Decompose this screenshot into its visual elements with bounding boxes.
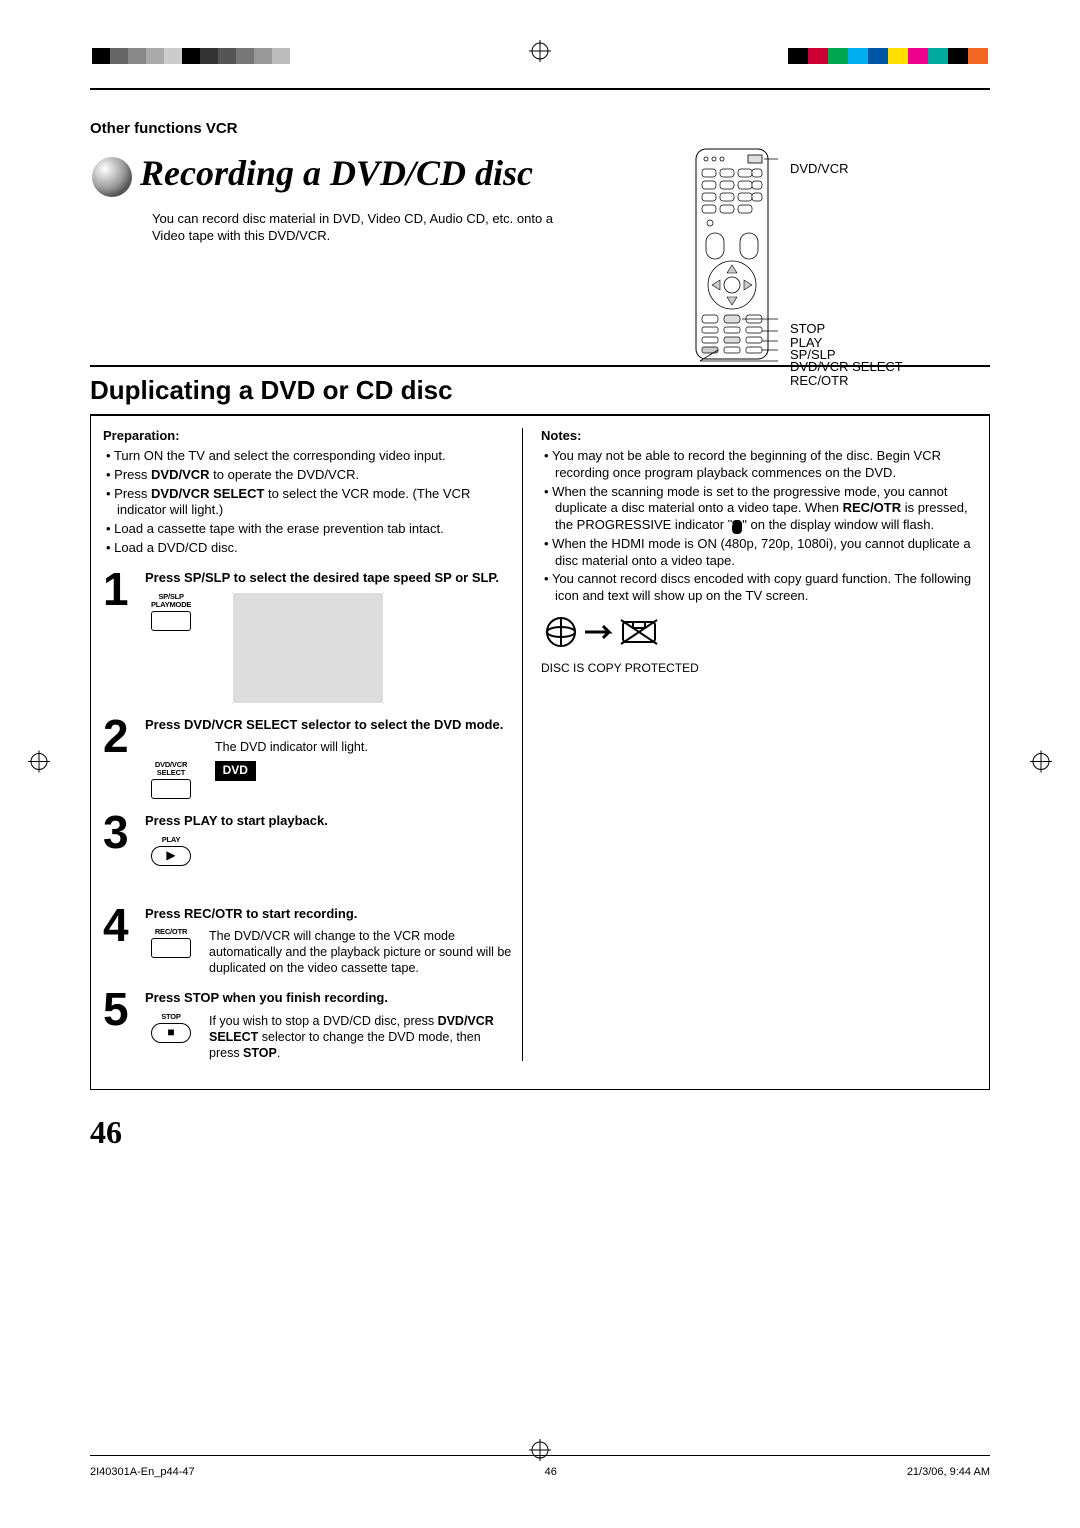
- note-item: You cannot record discs encoded with cop…: [555, 571, 977, 604]
- step-title: Press DVD/VCR SELECT selector to select …: [145, 717, 512, 734]
- notes-list: You may not be able to record the beginn…: [541, 448, 977, 604]
- color-swatch: [182, 48, 200, 64]
- color-swatch: [146, 48, 164, 64]
- crop-crosshair-left: [28, 751, 50, 778]
- page-title-text: Recording a DVD/CD disc: [140, 153, 533, 193]
- note-item: You may not be able to record the beginn…: [555, 448, 977, 481]
- intro-text: You can record disc material in DVD, Vid…: [152, 211, 572, 245]
- step-2: 2 Press DVD/VCR SELECT selector to selec…: [103, 717, 512, 799]
- play-button-icon: PLAY ▶: [151, 836, 191, 866]
- note-item: When the scanning mode is set to the pro…: [555, 484, 977, 534]
- copy-protect-icons: [541, 612, 977, 657]
- step-note: The DVD/VCR will change to the VCR mode …: [209, 928, 512, 976]
- color-swatch: [968, 48, 988, 64]
- color-swatch: [272, 48, 290, 64]
- step-note: The DVD indicator will light.: [215, 739, 512, 755]
- page-title: Recording a DVD/CD disc: [90, 155, 670, 205]
- color-swatch: [236, 48, 254, 64]
- step-title: Press STOP when you finish recording.: [145, 990, 512, 1007]
- step-note: If you wish to stop a DVD/CD disc, press…: [209, 1013, 512, 1061]
- dvdvcr-select-button-icon: DVD/VCR SELECT: [151, 761, 191, 799]
- color-swatch: [888, 48, 908, 64]
- crop-crosshair-top: [529, 40, 551, 62]
- color-swatch: [848, 48, 868, 64]
- step-number: 2: [103, 717, 137, 799]
- step-title: Press REC/OTR to start recording.: [145, 906, 512, 923]
- notes-heading: Notes:: [541, 428, 977, 445]
- footer-timestamp: 21/3/06, 9:44 AM: [907, 1466, 990, 1478]
- copy-protected-text: DISC IS COPY PROTECTED: [541, 661, 977, 676]
- recotr-button-icon: REC/OTR: [151, 928, 191, 976]
- remote-label-recotr: REC/OTR: [790, 373, 849, 389]
- step-title: Press SP/SLP to select the desired tape …: [145, 570, 512, 587]
- crop-crosshair-right: [1030, 751, 1052, 778]
- remote-diagram: [690, 145, 778, 365]
- prep-item: Turn ON the TV and select the correspond…: [117, 448, 512, 465]
- remote-label-dvdvcr: DVD/VCR: [790, 161, 849, 177]
- dvd-badge: DVD: [215, 761, 256, 780]
- footer-page: 46: [545, 1466, 557, 1478]
- section-header: Other functions VCR: [90, 120, 990, 137]
- color-swatch: [92, 48, 110, 64]
- footer: 2I40301A-En_p44-47 46 21/3/06, 9:44 AM: [90, 1455, 990, 1478]
- preparation-heading: Preparation:: [103, 428, 512, 445]
- prep-item: Press DVD/VCR to operate the DVD/VCR.: [117, 467, 512, 484]
- step-3: 3 Press PLAY to start playback. PLAY ▶: [103, 813, 512, 866]
- color-swatch: [948, 48, 968, 64]
- stop-button-icon: STOP ■: [151, 1013, 191, 1061]
- step-number: 5: [103, 990, 137, 1061]
- crop-marks-top: [90, 40, 990, 70]
- sphere-icon: [90, 155, 134, 205]
- step-title: Press PLAY to start playback.: [145, 813, 512, 830]
- color-swatch: [128, 48, 146, 64]
- color-swatch: [828, 48, 848, 64]
- color-swatch: [808, 48, 828, 64]
- color-swatch: [218, 48, 236, 64]
- prep-item: Load a DVD/CD disc.: [117, 540, 512, 557]
- page-number: 46: [90, 1114, 990, 1151]
- prep-item: Load a cassette tape with the erase prev…: [117, 521, 512, 538]
- preparation-list: Turn ON the TV and select the correspond…: [103, 448, 512, 556]
- step-4: 4 Press REC/OTR to start recording. REC/…: [103, 906, 512, 977]
- color-swatch: [110, 48, 128, 64]
- tv-screen-placeholder: [233, 593, 383, 703]
- color-swatch: [254, 48, 272, 64]
- step-1: 1 Press SP/SLP to select the desired tap…: [103, 570, 512, 703]
- spslp-button-icon: SP/SLP PLAYMODE: [151, 593, 191, 631]
- crop-crosshair-bottom: [529, 1439, 551, 1461]
- step-number: 4: [103, 906, 137, 977]
- color-swatch: [908, 48, 928, 64]
- step-5: 5 Press STOP when you finish recording. …: [103, 990, 512, 1061]
- step-number: 3: [103, 813, 137, 866]
- color-swatch: [928, 48, 948, 64]
- footer-file: 2I40301A-En_p44-47: [90, 1466, 195, 1478]
- color-swatch: [200, 48, 218, 64]
- color-swatch: [868, 48, 888, 64]
- step-number: 1: [103, 570, 137, 703]
- color-swatch: [164, 48, 182, 64]
- note-item: When the HDMI mode is ON (480p, 720p, 10…: [555, 536, 977, 569]
- color-swatch: [788, 48, 808, 64]
- prep-item: Press DVD/VCR SELECT to select the VCR m…: [117, 486, 512, 519]
